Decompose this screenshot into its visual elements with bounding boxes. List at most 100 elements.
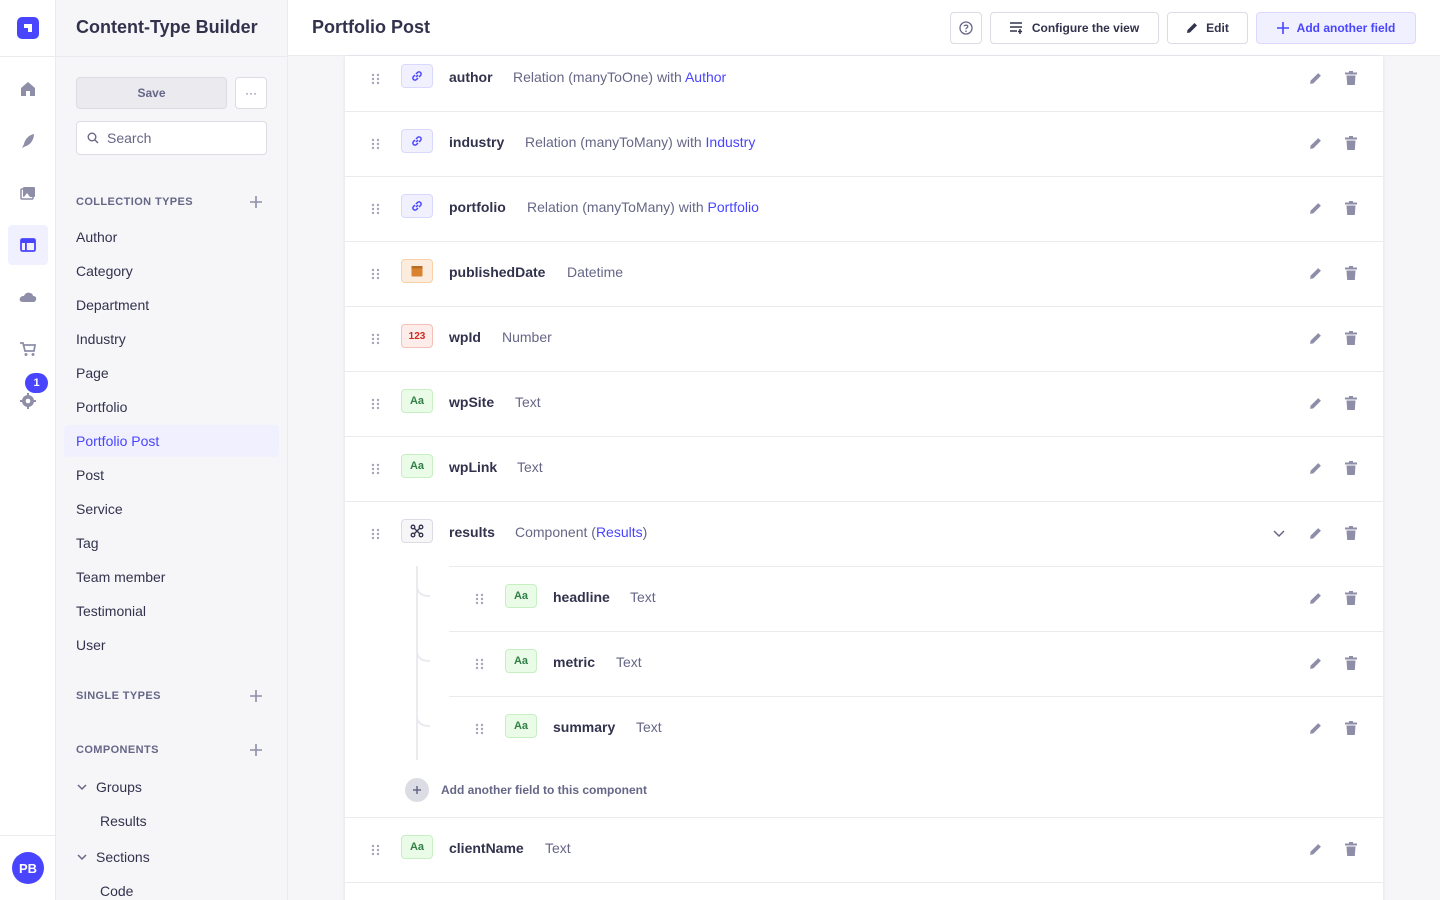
edit-field-button[interactable]: [1306, 459, 1324, 477]
edit-button[interactable]: Edit: [1167, 12, 1248, 44]
chevron-down-icon: [1273, 530, 1285, 538]
component-subfield-row[interactable]: Aa metric Text: [449, 632, 1383, 697]
home-nav-item[interactable]: [8, 69, 48, 109]
collection-type-item[interactable]: Team member: [64, 561, 279, 593]
add-another-field-button[interactable]: Add another field: [1256, 12, 1416, 44]
component-category-sections[interactable]: Sections: [76, 849, 150, 865]
search-input[interactable]: [107, 130, 257, 146]
collection-type-item[interactable]: User: [64, 629, 279, 661]
component-target-link[interactable]: Results: [596, 524, 643, 540]
edit-field-button[interactable]: [1306, 264, 1324, 282]
collection-type-item[interactable]: Post: [64, 459, 279, 491]
component-item[interactable]: Code: [100, 883, 133, 899]
edit-field-button[interactable]: [1306, 69, 1324, 87]
component-field-row[interactable]: results Component (Results): [345, 502, 1383, 567]
drag-handle-icon[interactable]: [371, 73, 381, 85]
link-icon: [412, 201, 422, 211]
drag-handle-icon[interactable]: [371, 268, 381, 280]
drag-handle-icon[interactable]: [371, 398, 381, 410]
content-type-builder-nav-item[interactable]: [8, 225, 48, 265]
collection-type-item[interactable]: Author: [64, 221, 279, 253]
collection-type-item[interactable]: Tag: [64, 527, 279, 559]
edit-field-button[interactable]: [1306, 134, 1324, 152]
delete-field-button[interactable]: [1342, 264, 1360, 282]
drag-handle-icon[interactable]: [371, 844, 381, 856]
collection-type-item[interactable]: Page: [64, 357, 279, 389]
delete-field-button[interactable]: [1342, 199, 1360, 217]
edit-field-button[interactable]: [1306, 329, 1324, 347]
delete-field-button[interactable]: [1342, 654, 1360, 672]
collection-type-item[interactable]: Testimonial: [64, 595, 279, 627]
drag-handle-icon[interactable]: [371, 463, 381, 475]
cloud-nav-item[interactable]: [8, 277, 48, 317]
media-library-nav-item[interactable]: [8, 173, 48, 213]
collection-type-item[interactable]: Portfolio: [64, 391, 279, 423]
add-single-type-button[interactable]: [246, 686, 266, 706]
collection-type-item[interactable]: Industry: [64, 323, 279, 355]
field-row[interactable]: Aa wpLink Text: [345, 437, 1383, 502]
calendar-icon: [411, 266, 423, 277]
add-component-button[interactable]: [246, 740, 266, 760]
trash-icon: [1345, 136, 1357, 150]
delete-field-button[interactable]: [1342, 589, 1360, 607]
add-component-field-button[interactable]: Add another field to this component: [405, 778, 647, 802]
configure-view-button[interactable]: Configure the view: [990, 12, 1159, 44]
delete-field-button[interactable]: [1342, 719, 1360, 737]
save-button[interactable]: Save: [76, 77, 227, 109]
relation-target-link[interactable]: Portfolio: [708, 199, 759, 215]
collection-type-item[interactable]: Department: [64, 289, 279, 321]
drag-handle-icon[interactable]: [371, 528, 381, 540]
delete-field-button[interactable]: [1342, 69, 1360, 87]
field-row[interactable]: portfolio Relation (manyToMany) with Por…: [345, 177, 1383, 242]
drag-handle-icon[interactable]: [475, 593, 485, 605]
delete-field-button[interactable]: [1342, 329, 1360, 347]
edit-field-button[interactable]: [1306, 840, 1324, 858]
strapi-logo-icon[interactable]: [17, 17, 39, 39]
collection-type-item[interactable]: Category: [64, 255, 279, 287]
add-collection-type-button[interactable]: [246, 192, 266, 212]
delete-field-button[interactable]: [1342, 134, 1360, 152]
field-row[interactable]: 123 wpId Number: [345, 307, 1383, 372]
delete-field-button[interactable]: [1342, 459, 1360, 477]
field-name: metric: [553, 654, 596, 670]
main-nav-rail: 1 PB: [0, 0, 56, 900]
collapse-component-button[interactable]: [1270, 524, 1288, 542]
trash-icon: [1345, 721, 1357, 735]
delete-field-button[interactable]: [1342, 524, 1360, 542]
user-avatar[interactable]: PB: [12, 852, 44, 884]
component-category-groups[interactable]: Groups: [76, 779, 142, 795]
drag-handle-icon[interactable]: [475, 723, 485, 735]
field-row[interactable]: Aa wpSite Text: [345, 372, 1383, 437]
collection-type-item-active[interactable]: Portfolio Post: [64, 425, 279, 457]
delete-field-button[interactable]: [1342, 394, 1360, 412]
relation-target-link[interactable]: Industry: [706, 134, 756, 150]
relation-target-link[interactable]: Author: [685, 69, 726, 85]
add-component-field-label: Add another field to this component: [441, 783, 647, 797]
help-button[interactable]: [950, 12, 982, 44]
edit-field-button[interactable]: [1306, 199, 1324, 217]
content-manager-nav-item[interactable]: [8, 121, 48, 161]
field-name: summary: [553, 719, 616, 735]
field-row[interactable]: industry Relation (manyToMany) with Indu…: [345, 112, 1383, 177]
marketplace-nav-item[interactable]: [8, 329, 48, 369]
component-item[interactable]: Results: [100, 813, 147, 829]
field-row[interactable]: publishedDate Datetime: [345, 242, 1383, 307]
edit-field-button[interactable]: [1306, 654, 1324, 672]
pencil-icon: [1309, 267, 1321, 279]
content-type-builder-icon: [20, 238, 36, 252]
delete-field-button[interactable]: [1342, 840, 1360, 858]
collection-type-item[interactable]: Service: [64, 493, 279, 525]
more-actions-button[interactable]: ···: [235, 77, 267, 109]
edit-field-button[interactable]: [1306, 524, 1324, 542]
drag-handle-icon[interactable]: [475, 658, 485, 670]
edit-field-button[interactable]: [1306, 589, 1324, 607]
field-row[interactable]: Aa clientName Text: [345, 818, 1383, 883]
component-subfield-row[interactable]: Aa summary Text: [449, 697, 1383, 762]
component-subfield-row[interactable]: Aa headline Text: [449, 567, 1383, 632]
edit-field-button[interactable]: [1306, 719, 1324, 737]
drag-handle-icon[interactable]: [371, 138, 381, 150]
drag-handle-icon[interactable]: [371, 333, 381, 345]
field-row[interactable]: author Relation (manyToOne) with Author: [345, 47, 1383, 112]
edit-field-button[interactable]: [1306, 394, 1324, 412]
drag-handle-icon[interactable]: [371, 203, 381, 215]
